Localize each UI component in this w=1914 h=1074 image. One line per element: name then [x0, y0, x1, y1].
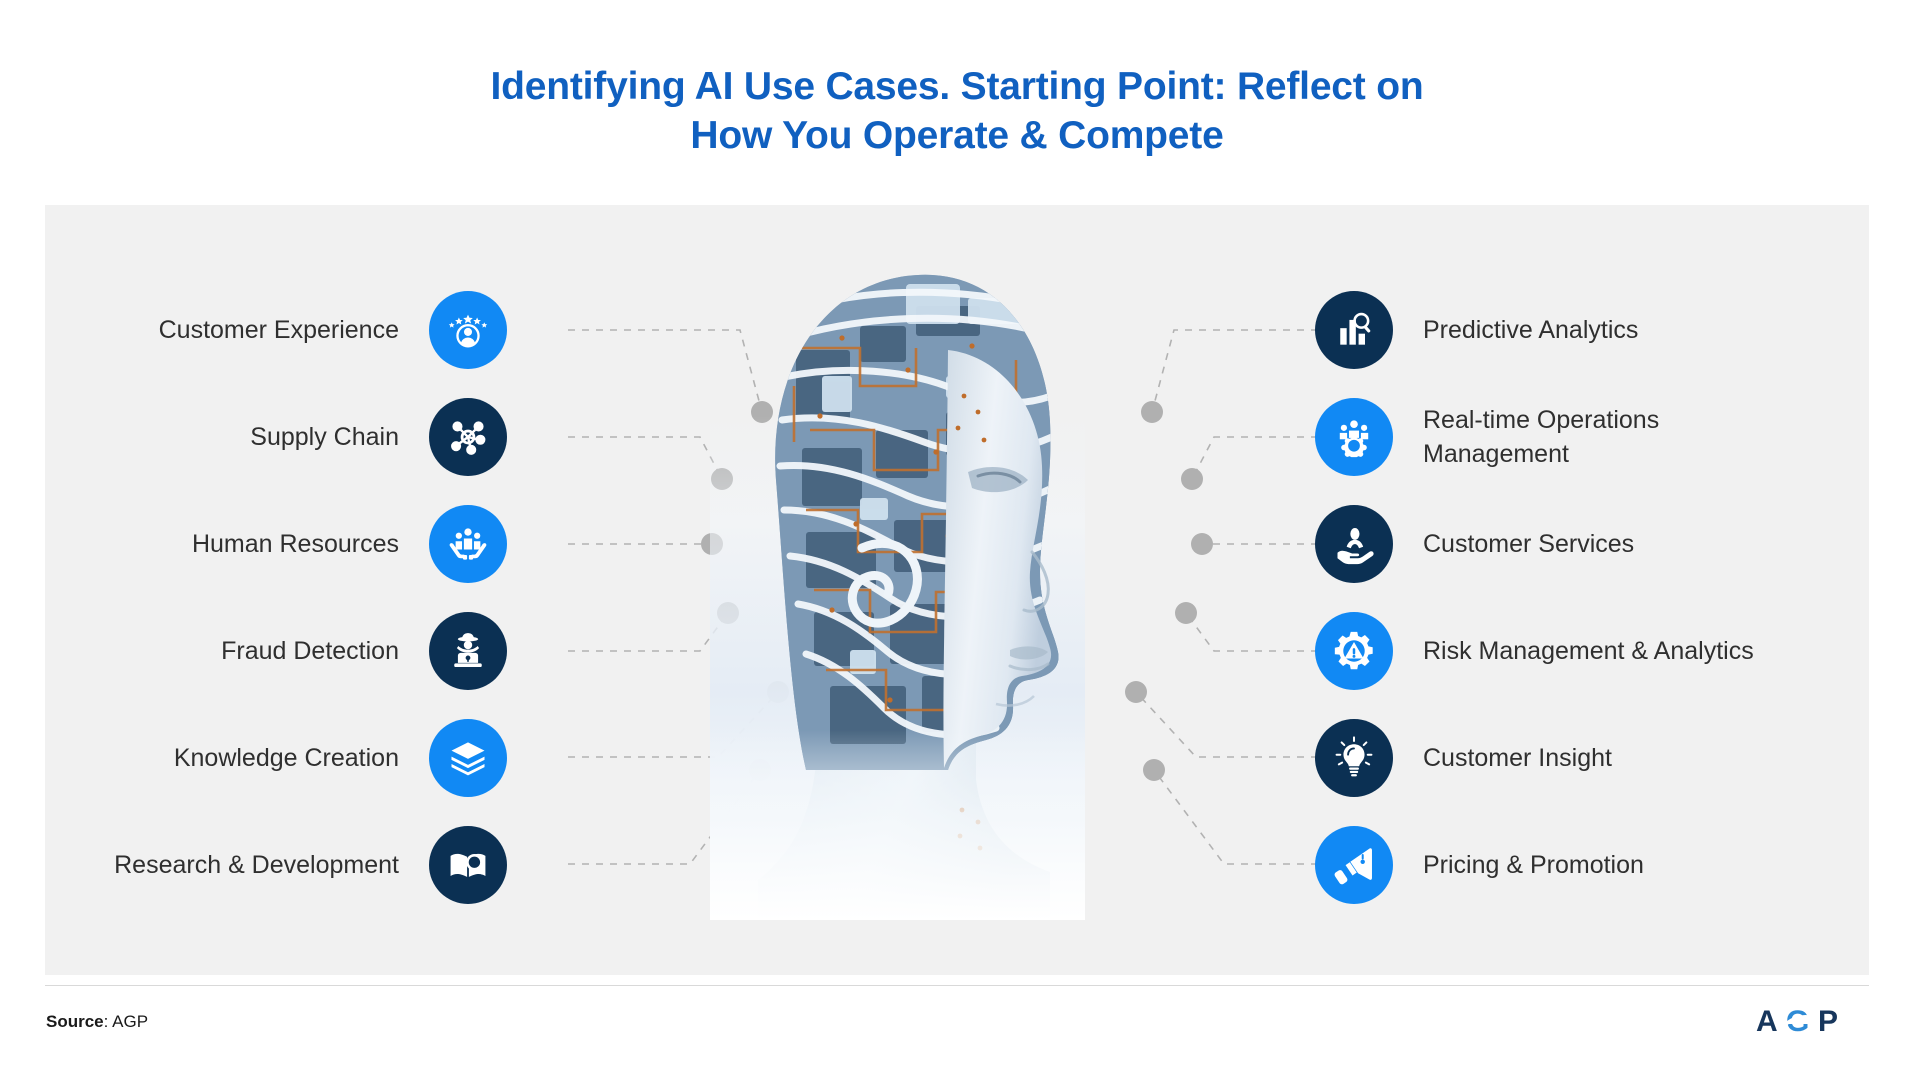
use-case-item-human-resources[interactable]: Human Resources — [192, 502, 507, 586]
lightbulb-insight-icon — [1315, 719, 1393, 797]
agp-logo: A P G — [1756, 1005, 1838, 1038]
human-resources-icon — [429, 505, 507, 583]
source-value: AGP — [112, 1012, 149, 1031]
risk-management-gear-icon — [1315, 612, 1393, 690]
use-case-item-customer-experience[interactable]: Customer Experience — [159, 288, 507, 372]
source-note: Source: AGP — [46, 1012, 148, 1032]
use-case-label: Supply Chain — [250, 423, 399, 451]
use-case-item-knowledge-creation[interactable]: Knowledge Creation — [174, 716, 507, 800]
svg-text:A: A — [1756, 1005, 1778, 1038]
use-case-item-supply-chain[interactable]: Supply Chain — [250, 395, 507, 479]
use-case-label: Customer Experience — [158, 316, 399, 344]
use-case-label: Real-time Operations Management — [1423, 406, 1660, 468]
knowledge-books-icon — [429, 719, 507, 797]
use-case-label: Customer Services — [1423, 530, 1635, 558]
research-book-search-icon — [429, 826, 507, 904]
source-separator: : — [103, 1012, 113, 1031]
megaphone-promotion-icon — [1315, 826, 1393, 904]
use-case-label: Customer Insight — [1423, 744, 1612, 772]
ai-head-image — [710, 180, 1085, 920]
slide-root: Identifying AI Use Cases. Starting Point… — [0, 0, 1914, 1074]
use-case-item-research-development[interactable]: Research & Development — [114, 823, 507, 907]
fraud-detection-icon — [429, 612, 507, 690]
connector-dot — [1141, 401, 1163, 423]
use-case-item-predictive-analytics[interactable]: Predictive Analytics — [1315, 288, 1638, 372]
use-case-label: Research & Development — [114, 851, 399, 879]
source-label: Source — [46, 1012, 104, 1031]
use-case-item-risk-management[interactable]: Risk Management & Analytics — [1315, 609, 1754, 693]
use-case-item-customer-services[interactable]: Customer Services — [1315, 502, 1634, 586]
connector-dot — [1143, 759, 1165, 781]
connector-dot — [1175, 602, 1197, 624]
use-case-label: Knowledge Creation — [173, 744, 399, 772]
connector-dot — [1125, 681, 1147, 703]
use-case-label: Risk Management & Analytics — [1423, 637, 1754, 665]
footer-divider — [45, 985, 1869, 986]
ai-head-fade — [710, 730, 1085, 920]
connector-dot — [1191, 533, 1213, 555]
use-case-label: Fraud Detection — [221, 637, 399, 665]
connector-dot — [1181, 468, 1203, 490]
use-case-label: Human Resources — [191, 530, 399, 558]
customer-experience-icon — [429, 291, 507, 369]
use-case-item-operations-management[interactable]: Real-time Operations Management — [1315, 395, 1659, 479]
use-case-label: Pricing & Promotion — [1423, 851, 1644, 879]
use-case-item-pricing-promotion[interactable]: Pricing & Promotion — [1315, 823, 1644, 907]
operations-management-icon — [1315, 398, 1393, 476]
use-case-label: Predictive Analytics — [1423, 316, 1639, 344]
customer-services-icon — [1315, 505, 1393, 583]
use-case-item-customer-insight[interactable]: Customer Insight — [1315, 716, 1612, 800]
use-case-item-fraud-detection[interactable]: Fraud Detection — [221, 609, 507, 693]
supply-chain-network-icon — [429, 398, 507, 476]
predictive-analytics-icon — [1315, 291, 1393, 369]
svg-text:P: P — [1818, 1005, 1838, 1038]
